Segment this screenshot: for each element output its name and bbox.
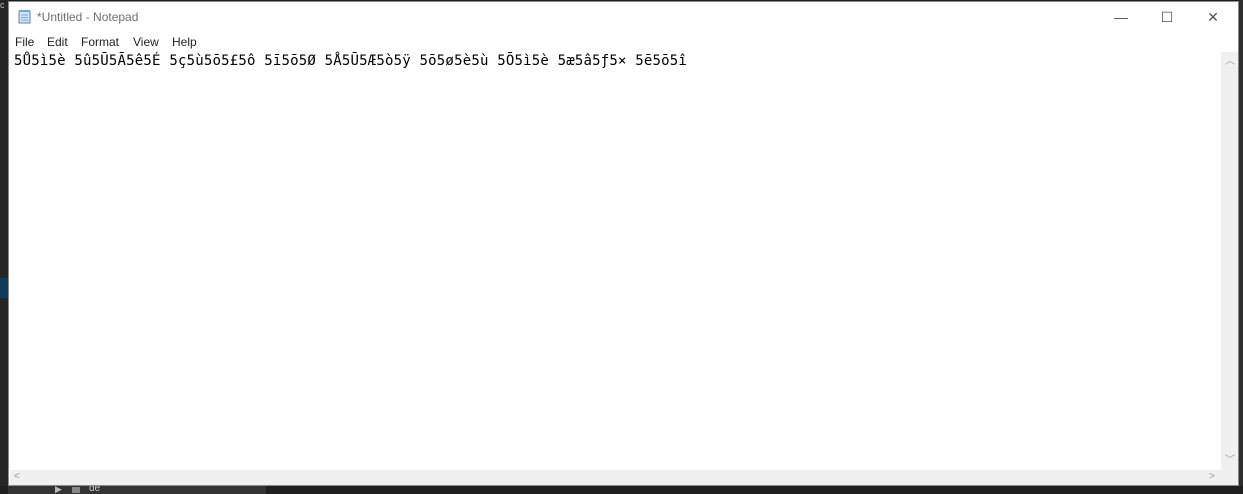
background-bottom-panel: [8, 486, 266, 494]
notepad-icon: [18, 10, 31, 24]
menu-file[interactable]: File: [15, 35, 34, 49]
menu-format[interactable]: Format: [81, 35, 119, 49]
scroll-right-icon[interactable]: >: [1209, 472, 1215, 482]
menu-edit[interactable]: Edit: [47, 35, 68, 49]
notepad-window: *Untitled - Notepad — ☐ ✕ File Edit Form…: [8, 1, 1239, 486]
menu-help[interactable]: Help: [172, 35, 197, 49]
background-accent: [0, 278, 8, 298]
scroll-left-icon[interactable]: <: [14, 472, 20, 482]
scroll-up-icon[interactable]: ︿: [1225, 57, 1235, 67]
scroll-down-icon[interactable]: ﹀: [1225, 456, 1235, 466]
close-icon: ✕: [1207, 8, 1219, 25]
background-left-strip: [0, 0, 8, 494]
square-icon: [72, 487, 80, 493]
background-bottom-bar: ▶ de: [0, 484, 1243, 494]
close-button[interactable]: ✕: [1190, 2, 1236, 32]
horizontal-scrollbar[interactable]: < >: [10, 470, 1221, 485]
menu-view[interactable]: View: [133, 35, 159, 49]
menu-bar: File Edit Format View Help: [9, 32, 1238, 52]
play-icon: ▶: [55, 484, 62, 494]
minimize-button[interactable]: —: [1098, 2, 1144, 32]
background-right-strip: [1239, 0, 1243, 494]
title-bar[interactable]: *Untitled - Notepad — ☐ ✕: [9, 2, 1238, 32]
maximize-button[interactable]: ☐: [1144, 2, 1190, 32]
minimize-icon: —: [1114, 9, 1128, 25]
editor-content[interactable]: 5Ů5ì5è 5û5Ū5Ā5ê5É 5ç5ù5ō5£5ô 5ī5ō5Ø 5Å5Ū…: [14, 53, 687, 69]
text-editor[interactable]: 5Ů5ì5è 5û5Ū5Ā5ê5É 5ç5ù5ō5£5ô 5ī5ō5Ø 5Å5Ū…: [10, 52, 1221, 470]
background-top-left-glyph: c: [0, 0, 5, 10]
vertical-scrollbar[interactable]: ︿ ﹀: [1221, 52, 1238, 470]
window-title: *Untitled - Notepad: [37, 10, 139, 24]
maximize-icon: ☐: [1160, 8, 1174, 25]
scrollbar-corner: [1221, 470, 1238, 485]
